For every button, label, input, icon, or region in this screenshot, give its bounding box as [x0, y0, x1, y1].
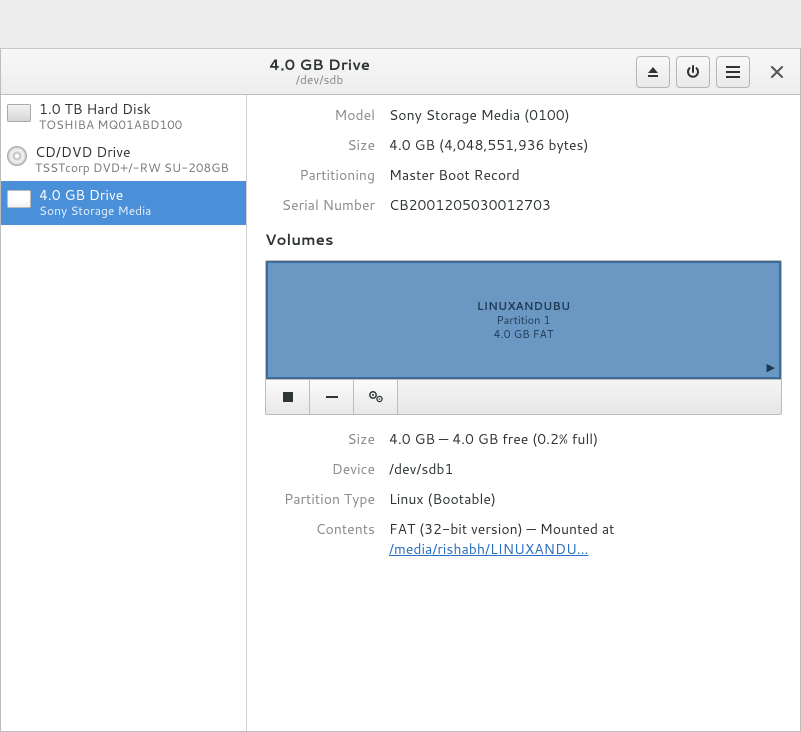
device-sidebar: 1.0 TB Hard Disk TOSHIBA MQ01ABD100 CD/D… [1, 95, 247, 731]
device-text: 4.0 GB Drive Sony Storage Media [39, 187, 151, 218]
volume-toolbar [266, 379, 781, 414]
contents-text: FAT (32-bit version) — Mounted at [389, 519, 614, 539]
partition-options-button[interactable] [354, 380, 398, 414]
label-model: Model [265, 105, 375, 125]
label-vol-size: Size [265, 429, 375, 449]
volume-fs: 4.0 GB FAT [477, 327, 570, 341]
eject-button[interactable] [636, 56, 670, 88]
delete-partition-button[interactable] [310, 380, 354, 414]
device-sub: TSSTcorp DVD+/-RW SU-208GB [35, 161, 229, 175]
power-icon [686, 65, 700, 79]
unmount-button[interactable] [266, 380, 310, 414]
label-ptype: Partition Type [265, 489, 375, 509]
volume-name: LINUXANDUBU [477, 299, 570, 313]
value-size: 4.0 GB (4,048,551,936 bytes) [389, 135, 782, 155]
close-icon [771, 66, 783, 78]
label-serial: Serial Number [265, 195, 375, 215]
partition-info: Size 4.0 GB — 4.0 GB free (0.2% full) De… [265, 429, 782, 559]
cd-icon [7, 146, 27, 166]
disks-window: 4.0 GB Drive /dev/sdb 1.0 TB Hard Disk T… [0, 48, 801, 732]
headerbar: 4.0 GB Drive /dev/sdb [1, 49, 800, 95]
device-item-usb[interactable]: 4.0 GB Drive Sony Storage Media [1, 181, 246, 224]
value-model: Sony Storage Media (0100) [389, 105, 782, 125]
window-subtitle: /dev/sdb [296, 73, 344, 87]
volume-label: LINUXANDUBU Partition 1 4.0 GB FAT [477, 299, 570, 342]
hamburger-icon [726, 66, 740, 78]
stop-icon [283, 392, 293, 402]
device-sub: TOSHIBA MQ01ABD100 [39, 118, 182, 132]
eject-icon [646, 65, 660, 79]
device-sub: Sony Storage Media [39, 204, 151, 218]
usb-drive-icon [7, 190, 31, 208]
expand-icon: ▶ [767, 359, 775, 375]
value-serial: CB2001205030012703 [389, 195, 782, 215]
body-split: 1.0 TB Hard Disk TOSHIBA MQ01ABD100 CD/D… [1, 95, 800, 731]
drive-info: Model Sony Storage Media (0100) Size 4.0… [265, 105, 782, 215]
volume-part: Partition 1 [477, 313, 570, 327]
power-button[interactable] [676, 56, 710, 88]
hdd-icon [7, 104, 31, 122]
volume-partition[interactable]: LINUXANDUBU Partition 1 4.0 GB FAT ▶ [266, 261, 781, 379]
detail-pane: Model Sony Storage Media (0100) Size 4.0… [247, 95, 800, 731]
title-area: 4.0 GB Drive /dev/sdb [9, 56, 630, 87]
device-item-cd[interactable]: CD/DVD Drive TSSTcorp DVD+/-RW SU-208GB [1, 138, 246, 181]
value-vol-size: 4.0 GB — 4.0 GB free (0.2% full) [389, 429, 782, 449]
device-item-hdd[interactable]: 1.0 TB Hard Disk TOSHIBA MQ01ABD100 [1, 95, 246, 138]
minus-icon [326, 391, 338, 403]
label-device: Device [265, 459, 375, 479]
mount-link[interactable]: /media/rishabh/LINUXANDU… [389, 539, 589, 559]
close-button[interactable] [762, 57, 792, 87]
label-partitioning: Partitioning [265, 165, 375, 185]
label-contents: Contents [265, 519, 375, 559]
menu-button[interactable] [716, 56, 750, 88]
label-size: Size [265, 135, 375, 155]
gears-icon [368, 390, 384, 404]
value-partitioning: Master Boot Record [389, 165, 782, 185]
value-device: /dev/sdb1 [389, 459, 782, 479]
volumes-heading: Volumes [265, 229, 782, 250]
device-text: CD/DVD Drive TSSTcorp DVD+/-RW SU-208GB [35, 144, 229, 175]
value-ptype: Linux (Bootable) [389, 489, 782, 509]
device-text: 1.0 TB Hard Disk TOSHIBA MQ01ABD100 [39, 101, 182, 132]
value-contents: FAT (32-bit version) — Mounted at /media… [389, 519, 782, 559]
volumes-box: LINUXANDUBU Partition 1 4.0 GB FAT ▶ [265, 260, 782, 415]
